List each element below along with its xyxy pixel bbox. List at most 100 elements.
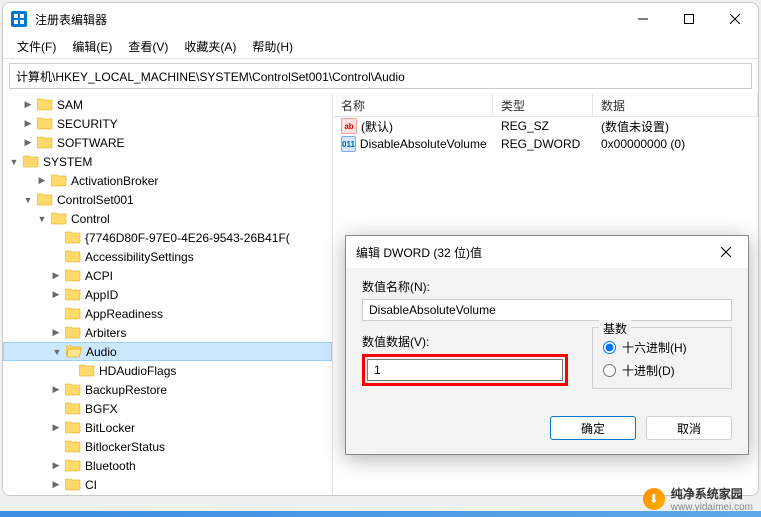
dialog-body: 数值名称(N): DisableAbsoluteVolume 数值数据(V): … (346, 268, 748, 406)
tree-node-backuprestore[interactable]: ▶BackupRestore (3, 380, 332, 399)
menu-favorites[interactable]: 收藏夹(A) (176, 36, 244, 57)
reg-dword-icon: 011 (341, 136, 356, 152)
window-controls (620, 3, 758, 35)
tree-node-appreadiness[interactable]: AppReadiness (3, 304, 332, 323)
folder-icon (65, 287, 81, 303)
folder-icon (51, 211, 67, 227)
tree-node-software[interactable]: ▶SOFTWARE (3, 133, 332, 152)
window-title: 注册表编辑器 (35, 11, 620, 28)
value-data-highlight (362, 354, 568, 386)
folder-icon (79, 363, 95, 379)
folder-icon (65, 268, 81, 284)
chevron-down-icon[interactable]: ▼ (35, 212, 49, 226)
app-icon (11, 11, 27, 27)
folder-icon (65, 477, 81, 493)
folder-icon (65, 382, 81, 398)
folder-icon (65, 230, 81, 246)
value-name-field: DisableAbsoluteVolume (362, 299, 732, 321)
value-data-input[interactable] (367, 359, 563, 381)
menu-help[interactable]: 帮助(H) (244, 36, 301, 57)
tree-node-accessibility[interactable]: AccessibilitySettings (3, 247, 332, 266)
dialog-close-button[interactable] (714, 240, 738, 264)
watermark-text: 纯净系统家园 (671, 485, 753, 502)
chevron-right-icon[interactable]: ▶ (49, 478, 63, 492)
tree-node-controlset001[interactable]: ▼ControlSet001 (3, 190, 332, 209)
tree-node-audio[interactable]: ▼Audio (3, 342, 332, 361)
tree-node-guid[interactable]: {7746D80F-97E0-4E26-9543-26B41F( (3, 228, 332, 247)
radix-hex-option[interactable]: 十六进制(H) (603, 336, 721, 359)
chevron-right-icon[interactable]: ▶ (49, 383, 63, 397)
folder-icon (65, 458, 81, 474)
folder-icon (23, 154, 39, 170)
tree-node-ci[interactable]: ▶CI (3, 475, 332, 494)
tree-node-appid[interactable]: ▶AppID (3, 285, 332, 304)
folder-icon (37, 192, 53, 208)
tree-node-bitlockerstatus[interactable]: BitlockerStatus (3, 437, 332, 456)
tree-node-system[interactable]: ▼SYSTEM (3, 152, 332, 171)
maximize-button[interactable] (666, 3, 712, 35)
folder-icon (37, 135, 53, 151)
dialog-titlebar: 编辑 DWORD (32 位)值 (346, 236, 748, 268)
tree-node-bluetooth[interactable]: ▶Bluetooth (3, 456, 332, 475)
folder-icon (65, 401, 81, 417)
radix-hex-radio[interactable] (603, 341, 616, 354)
list-row[interactable]: 011DisableAbsoluteVolume REG_DWORD 0x000… (333, 135, 758, 153)
reg-sz-icon: ab (341, 118, 357, 134)
minimize-button[interactable] (620, 3, 666, 35)
folder-icon (51, 173, 67, 189)
menubar: 文件(F) 编辑(E) 查看(V) 收藏夹(A) 帮助(H) (3, 35, 758, 59)
tree-node-bgfx[interactable]: BGFX (3, 399, 332, 418)
taskbar-edge (0, 511, 761, 517)
tree-node-security[interactable]: ▶SECURITY (3, 114, 332, 133)
chevron-right-icon[interactable]: ▶ (49, 459, 63, 473)
value-name-label: 数值名称(N): (362, 278, 732, 295)
close-button[interactable] (712, 3, 758, 35)
address-bar[interactable]: 计算机\HKEY_LOCAL_MACHINE\SYSTEM\ControlSet… (9, 63, 752, 89)
chevron-right-icon[interactable]: ▶ (21, 98, 35, 112)
dialog-buttons: 确定 取消 (346, 406, 748, 454)
cancel-button[interactable]: 取消 (646, 416, 732, 440)
menu-file[interactable]: 文件(F) (9, 36, 64, 57)
chevron-right-icon[interactable]: ▶ (49, 326, 63, 340)
list-row[interactable]: ab(默认) REG_SZ (数值未设置) (333, 117, 758, 135)
tree-node-arbiters[interactable]: ▶Arbiters (3, 323, 332, 342)
menu-view[interactable]: 查看(V) (120, 36, 176, 57)
chevron-right-icon[interactable]: ▶ (49, 269, 63, 283)
folder-icon (65, 439, 81, 455)
chevron-right-icon[interactable]: ▶ (21, 117, 35, 131)
tree-node-activationbroker[interactable]: ▶ActivationBroker (3, 171, 332, 190)
folder-icon (65, 325, 81, 341)
ok-button[interactable]: 确定 (550, 416, 636, 440)
tree-node-sam[interactable]: ▶SAM (3, 95, 332, 114)
edit-dword-dialog: 编辑 DWORD (32 位)值 数值名称(N): DisableAbsolut… (345, 235, 749, 455)
tree-node-control[interactable]: ▼Control (3, 209, 332, 228)
chevron-right-icon[interactable]: ▶ (49, 288, 63, 302)
column-header-type[interactable]: 类型 (493, 93, 593, 116)
chevron-down-icon[interactable]: ▼ (50, 345, 64, 359)
chevron-down-icon[interactable]: ▼ (21, 193, 35, 207)
chevron-right-icon[interactable]: ▶ (49, 421, 63, 435)
download-icon: ⬇ (643, 488, 665, 510)
folder-icon (37, 116, 53, 132)
column-header-data[interactable]: 数据 (593, 93, 758, 116)
list-header: 名称 类型 数据 (333, 93, 758, 117)
folder-open-icon (66, 344, 82, 360)
folder-icon (65, 420, 81, 436)
tree-node-bitlocker[interactable]: ▶BitLocker (3, 418, 332, 437)
address-text: 计算机\HKEY_LOCAL_MACHINE\SYSTEM\ControlSet… (16, 68, 405, 85)
tree-pane[interactable]: ▶SAM ▶SECURITY ▶SOFTWARE ▼SYSTEM ▶Activa… (3, 93, 333, 495)
tree-node-hdaudioflags[interactable]: HDAudioFlags (3, 361, 332, 380)
radix-group: 基数 十六进制(H) 十进制(D) (592, 327, 732, 389)
dialog-title: 编辑 DWORD (32 位)值 (356, 244, 714, 261)
titlebar: 注册表编辑器 (3, 3, 758, 35)
chevron-down-icon[interactable]: ▼ (7, 155, 21, 169)
radix-dec-option[interactable]: 十进制(D) (603, 359, 721, 382)
folder-icon (65, 306, 81, 322)
radix-dec-radio[interactable] (603, 364, 616, 377)
menu-edit[interactable]: 编辑(E) (64, 36, 120, 57)
chevron-right-icon[interactable]: ▶ (21, 136, 35, 150)
chevron-right-icon[interactable]: ▶ (35, 174, 49, 188)
folder-icon (37, 97, 53, 113)
tree-node-acpi[interactable]: ▶ACPI (3, 266, 332, 285)
column-header-name[interactable]: 名称 (333, 93, 493, 116)
